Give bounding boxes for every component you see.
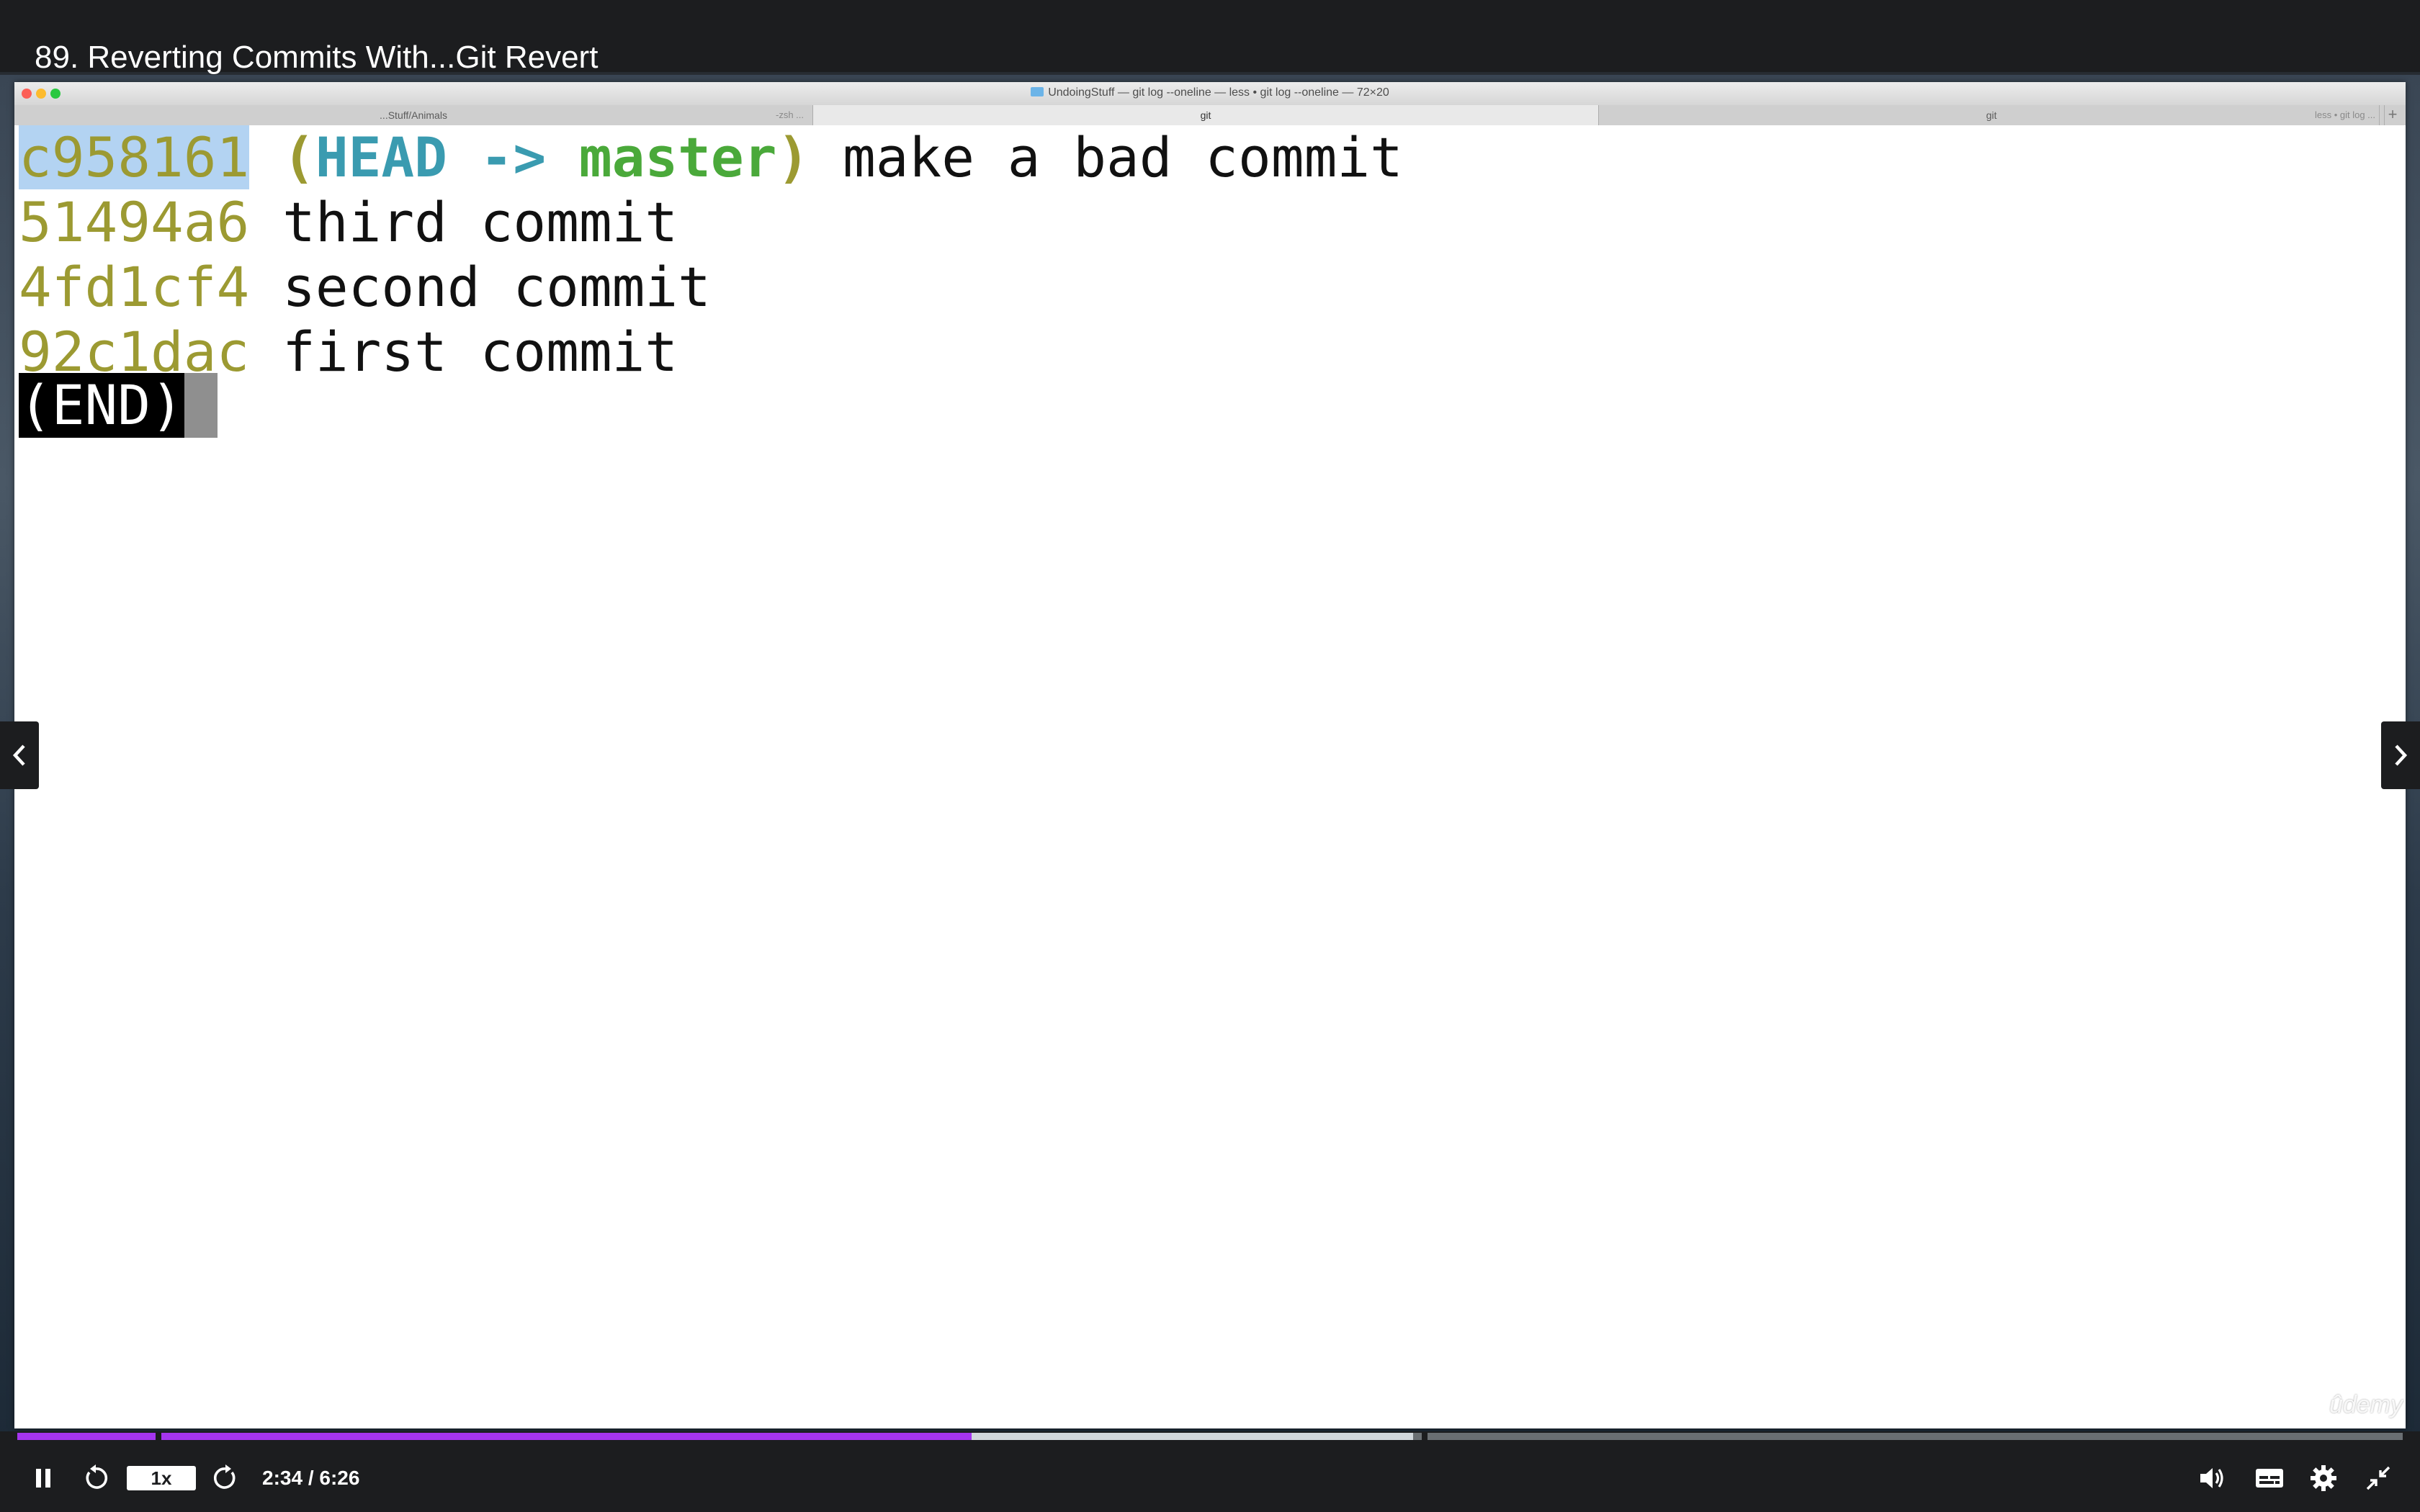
terminal-content: c958161 (HEAD -> master) make a bad comm…: [14, 125, 2406, 1428]
exit-fullscreen-button[interactable]: [2360, 1460, 2397, 1496]
udemy-watermark: ûdemy: [2329, 1391, 2403, 1418]
chapter-marker: [156, 1433, 161, 1440]
commit-message: second commit: [282, 255, 711, 319]
commit-message: first commit: [282, 320, 678, 384]
exit-fullscreen-icon: [2366, 1466, 2390, 1490]
progress-bar[interactable]: [17, 1433, 2403, 1440]
time-readout: 2:34 / 6:26: [262, 1467, 360, 1489]
rewind-button[interactable]: [78, 1460, 114, 1496]
ref-open: (: [282, 125, 315, 189]
rewind-5s-icon: [86, 1464, 108, 1489]
terminal-tab-animals: ...Stuff/Animals -zsh ...: [14, 105, 813, 125]
tab-secondary-label: less • git log ...: [2314, 109, 2375, 120]
commit-message: third commit: [282, 190, 678, 254]
player-control-bar: [0, 1431, 2420, 1512]
forward-5s-icon: [213, 1464, 236, 1489]
tab-label: git: [1200, 109, 1211, 121]
lecture-title-bar: 89. Reverting Commits With...Git Revert: [0, 0, 2420, 75]
lecture-title: 89. Reverting Commits With...Git Revert: [35, 40, 599, 75]
volume-button[interactable]: [2194, 1460, 2231, 1496]
less-end-marker: (END): [19, 373, 187, 438]
next-lecture-button[interactable]: [2381, 721, 2420, 789]
commit-hash: 51494a6: [19, 190, 250, 254]
log-entry: 4fd1cf4 second commit: [19, 255, 711, 320]
terminal-cursor: [184, 373, 218, 438]
terminal-window-title: UndoingStuff — git log --oneline — less …: [14, 86, 2406, 100]
forward-button[interactable]: [207, 1460, 243, 1496]
ref-arrow: ->: [480, 125, 547, 189]
video-player: UndoingStuff — git log --oneline — less …: [0, 0, 2420, 1512]
terminal-title-bar: UndoingStuff — git log --oneline — less …: [14, 82, 2406, 106]
tab-secondary-label: -zsh ...: [775, 109, 804, 120]
terminal-window: UndoingStuff — git log --oneline — less …: [14, 82, 2406, 1428]
captions-button[interactable]: [2250, 1460, 2289, 1496]
terminal-tab-git-active: git: [813, 105, 1599, 125]
branch-ref: master: [578, 125, 777, 189]
terminal-tab-bar: ...Stuff/Animals -zsh ... git git less •…: [14, 105, 2406, 126]
terminal-tab-git: git less • git log ...: [1599, 105, 2385, 125]
log-entry: 51494a6 third commit: [19, 190, 678, 255]
commit-hash: c958161: [19, 125, 250, 189]
captions-icon: [2256, 1469, 2283, 1488]
play-pause-button[interactable]: [26, 1460, 60, 1496]
folder-icon: [1031, 87, 1044, 96]
volume-icon: [2200, 1468, 2223, 1488]
commit-message: make a bad commit: [842, 125, 1403, 189]
previous-lecture-button[interactable]: [0, 721, 39, 789]
gear-icon: [2311, 1465, 2336, 1491]
chevron-right-icon: [2395, 744, 2408, 766]
log-entry-head: c958161 (HEAD -> master) make a bad comm…: [19, 125, 1403, 190]
new-tab-button: +: [2379, 105, 2406, 125]
tab-label: ...Stuff/Animals: [380, 109, 447, 121]
playback-speed-button[interactable]: 1x: [127, 1466, 196, 1490]
chevron-left-icon: [12, 744, 25, 766]
commit-hash: 4fd1cf4: [19, 255, 250, 319]
ref-close: ): [776, 125, 810, 189]
pause-icon: [36, 1469, 50, 1488]
settings-button[interactable]: [2305, 1460, 2342, 1496]
tab-label: git: [1986, 109, 1997, 121]
head-ref: HEAD: [315, 125, 447, 189]
chapter-marker: [1422, 1433, 1428, 1440]
terminal-window-title-text: UndoingStuff — git log --oneline — less …: [1048, 86, 1389, 99]
